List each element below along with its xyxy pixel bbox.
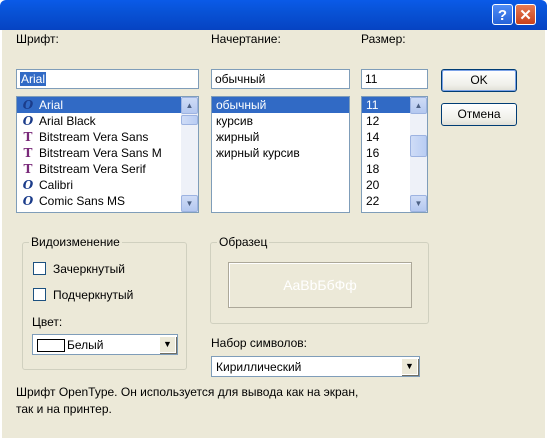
size-list-item[interactable]: 12	[362, 113, 410, 129]
size-label: Размер:	[361, 32, 406, 46]
font-list-item[interactable]: T Bitstream Vera Serif	[17, 161, 181, 177]
charset-value: Кириллический	[216, 360, 302, 374]
chevron-down-icon[interactable]: ▼	[159, 336, 176, 353]
size-list[interactable]: 11 12 14 16 18 20 22 ▲ ▼	[361, 96, 428, 213]
scroll-down-icon[interactable]: ▼	[181, 195, 198, 212]
size-list-item[interactable]: 14	[362, 129, 410, 145]
style-input[interactable]: обычный	[211, 69, 350, 89]
size-list-item[interactable]: 11	[362, 97, 410, 113]
scroll-up-icon[interactable]: ▲	[181, 97, 198, 114]
size-list-item[interactable]: 16	[362, 145, 410, 161]
ok-button[interactable]: OK	[441, 69, 517, 92]
font-list-item[interactable]: O Arial Black	[17, 113, 181, 129]
effects-title: Видоизменение	[29, 235, 122, 249]
font-name-input[interactable]: Arial	[16, 69, 199, 89]
close-button[interactable]: ✕	[515, 4, 536, 25]
underline-label[interactable]: Подчеркнутый	[53, 288, 133, 302]
charset-select[interactable]: Кириллический ▼	[211, 356, 420, 377]
truetype-icon: T	[23, 130, 33, 144]
size-list-scrollbar[interactable]: ▲ ▼	[410, 97, 427, 212]
opentype-icon: O	[22, 114, 34, 128]
strikeout-label[interactable]: Зачеркнутый	[53, 262, 125, 276]
font-list-item[interactable]: T Bitstream Vera Sans M	[17, 145, 181, 161]
font-name-text: Arial	[20, 72, 47, 86]
font-list-item[interactable]: T Bitstream Vera Sans	[17, 129, 181, 145]
chevron-down-icon[interactable]: ▼	[401, 358, 418, 375]
font-list-scrollbar[interactable]: ▲ ▼	[181, 97, 198, 212]
font-list-item[interactable]: O Comic Sans MS	[17, 193, 181, 209]
size-list-item[interactable]: 22	[362, 193, 410, 209]
font-description-line1: Шрифт OpenType. Он используется для выво…	[16, 385, 359, 399]
font-list[interactable]: O Arial O Arial Black T Bitstream Vera Sans…	[16, 96, 199, 213]
strikeout-checkbox[interactable]	[33, 262, 46, 275]
color-value: Белый	[67, 338, 104, 352]
scroll-thumb[interactable]	[410, 135, 427, 157]
font-label: Шрифт:	[16, 32, 59, 46]
scroll-thumb[interactable]	[181, 115, 198, 125]
cancel-button[interactable]: Отмена	[441, 103, 517, 126]
sample-title: Образец	[217, 235, 270, 249]
help-button[interactable]: ?	[492, 4, 513, 25]
underline-checkbox[interactable]	[33, 288, 46, 301]
opentype-icon: O	[22, 194, 34, 208]
opentype-icon: O	[22, 178, 34, 192]
font-list-item[interactable]: O Calibri	[17, 177, 181, 193]
font-dialog: Шрифт: Arial O Arial O Arial Black T Bitstr…	[2, 30, 545, 438]
style-list-item[interactable]: жирный	[212, 129, 349, 145]
color-swatch	[37, 339, 65, 352]
truetype-icon: T	[23, 146, 33, 160]
font-list-item[interactable]: O Arial	[17, 97, 181, 113]
opentype-icon: O	[22, 98, 34, 112]
size-list-item[interactable]: 18	[362, 161, 410, 177]
size-list-item[interactable]: 20	[362, 177, 410, 193]
size-input[interactable]: 11	[361, 69, 428, 89]
scroll-up-icon[interactable]: ▲	[410, 97, 427, 114]
title-bar: ? ✕	[0, 0, 547, 30]
style-list-item[interactable]: курсив	[212, 113, 349, 129]
style-label: Начертание:	[211, 32, 281, 46]
scroll-down-icon[interactable]: ▼	[410, 195, 427, 212]
sample-preview: AaBbБбФф	[228, 262, 412, 308]
font-description-line2: так и на принтер.	[16, 402, 112, 416]
color-select[interactable]: Белый ▼	[32, 334, 178, 355]
color-label: Цвет:	[32, 315, 63, 329]
style-list[interactable]: обычный курсив жирный жирный курсив	[211, 96, 350, 213]
style-list-item[interactable]: обычный	[212, 97, 349, 113]
truetype-icon: T	[23, 162, 33, 176]
style-list-item[interactable]: жирный курсив	[212, 145, 349, 161]
charset-label: Набор символов:	[211, 336, 308, 350]
